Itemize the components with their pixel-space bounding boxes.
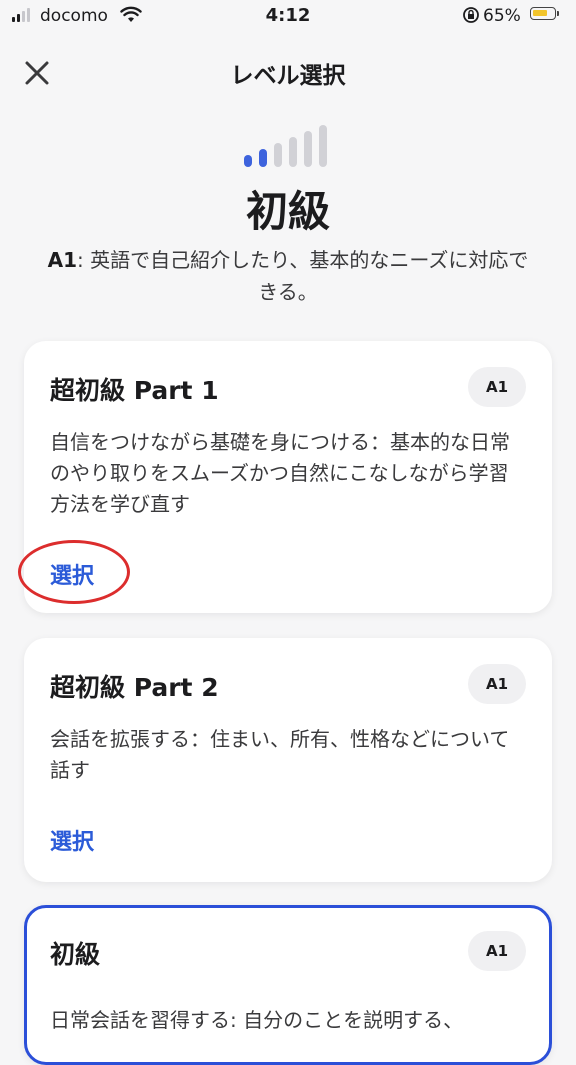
card-title: 超初級 Part 1 (50, 376, 219, 405)
battery-percent: 65% (483, 6, 521, 26)
card-title: 超初級 Part 2 (50, 673, 219, 702)
page-title: レベル選択 (230, 63, 346, 89)
level-name: 初級 (245, 187, 330, 236)
card-title: 初級 (50, 940, 101, 969)
card-description: 会話を拡張する：住まい、所有、性格などについて話す (50, 727, 510, 782)
level-bars-icon (244, 125, 327, 167)
card-description: 日常会話を習得する: 自分のことを説明する、 (50, 1008, 464, 1032)
course-card-part-2[interactable]: 超初級 Part 2 A1 会話を拡張する：住まい、所有、性格などについて話す … (24, 638, 552, 882)
status-bar: docomo 4:12 65% (0, 0, 576, 36)
battery-icon (530, 7, 559, 20)
level-description-text: : 英語で自己紹介したり、基本的なニーズに対応できる。 (77, 248, 529, 304)
level-badge: A1 (468, 367, 526, 407)
select-button[interactable]: 選択 (50, 824, 94, 856)
course-card-beginner[interactable]: 初級 A1 日常会話を習得する: 自分のことを説明する、 (24, 905, 552, 1065)
highlight-circle (18, 540, 130, 604)
level-description: A1: 英語で自己紹介したり、基本的なニーズに対応できる。 (40, 244, 536, 308)
level-badge: A1 (468, 664, 526, 704)
card-description: 自信をつけながら基礎を身につける：基本的な日常のやり取りをスムーズかつ自然にこな… (50, 430, 510, 516)
rotation-lock-icon (463, 7, 479, 23)
level-badge: A1 (468, 931, 526, 971)
level-code: A1 (47, 248, 78, 272)
